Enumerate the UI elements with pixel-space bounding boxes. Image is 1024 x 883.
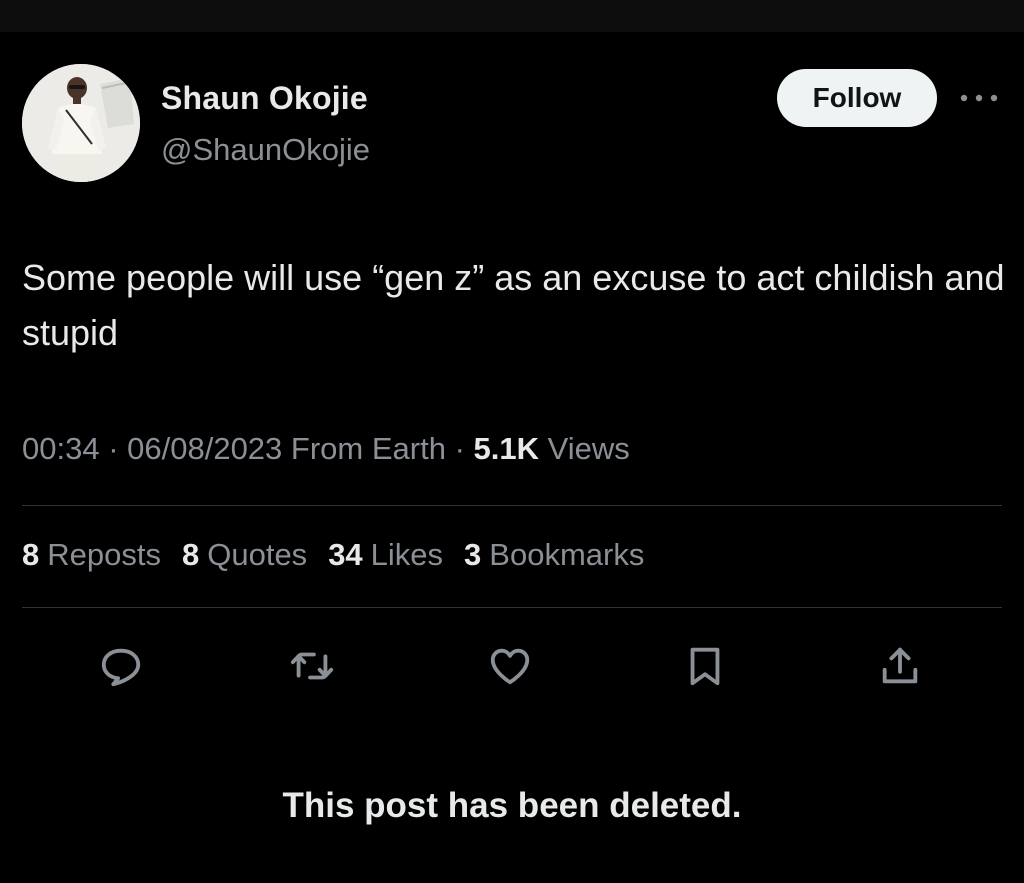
bookmarks-count: 3 — [464, 537, 482, 572]
views-count: 5.1K — [473, 431, 539, 466]
share-icon[interactable] — [876, 642, 924, 690]
reposts-label: Reposts — [47, 537, 161, 572]
follow-button[interactable]: Follow — [777, 69, 937, 127]
top-bar — [0, 0, 1024, 32]
avatar[interactable] — [22, 64, 140, 182]
author-display-name[interactable]: Shaun Okojie — [161, 80, 368, 117]
tweet-time[interactable]: 00:34 — [22, 431, 100, 466]
tweet-metadata: 00:34 · 06/08/2023 From Earth · 5.1K Vie… — [22, 431, 630, 467]
divider — [22, 505, 1002, 506]
views-label: Views — [547, 431, 630, 466]
tweet-text: Some people will use “gen z” as an excus… — [22, 257, 1005, 353]
stat-quotes[interactable]: 8 Quotes — [182, 537, 307, 573]
reposts-count: 8 — [22, 537, 40, 572]
quotes-count: 8 — [181, 537, 200, 572]
stat-bookmarks[interactable]: 3 Bookmarks — [464, 537, 644, 573]
divider — [22, 607, 1002, 608]
tweet-date[interactable]: 06/08/2023 — [127, 431, 282, 466]
bookmark-icon[interactable] — [681, 642, 729, 690]
likes-count: 34 — [328, 537, 363, 572]
stat-likes[interactable]: 34 Likes — [328, 537, 443, 573]
meta-separator: · — [108, 431, 128, 466]
deleted-notice: This post has been deleted. — [282, 786, 742, 825]
reply-icon[interactable] — [97, 642, 145, 690]
repost-icon[interactable] — [288, 642, 336, 690]
engagement-stats: 8 Reposts 8 Quotes 34 Likes 3 Bookmarks — [22, 537, 644, 573]
meta-separator: · — [454, 431, 474, 466]
likes-label: Likes — [370, 537, 444, 572]
bookmarks-label: Bookmarks — [489, 537, 645, 572]
author-handle[interactable]: @ShaunOkojie — [161, 132, 370, 168]
stat-reposts[interactable]: 8 Reposts — [22, 537, 161, 573]
like-icon[interactable] — [486, 642, 534, 690]
tweet-source: From Earth — [290, 431, 446, 466]
quotes-label: Quotes — [207, 537, 308, 572]
more-options-icon[interactable] — [958, 86, 1000, 110]
profile-photo-icon — [22, 64, 140, 182]
